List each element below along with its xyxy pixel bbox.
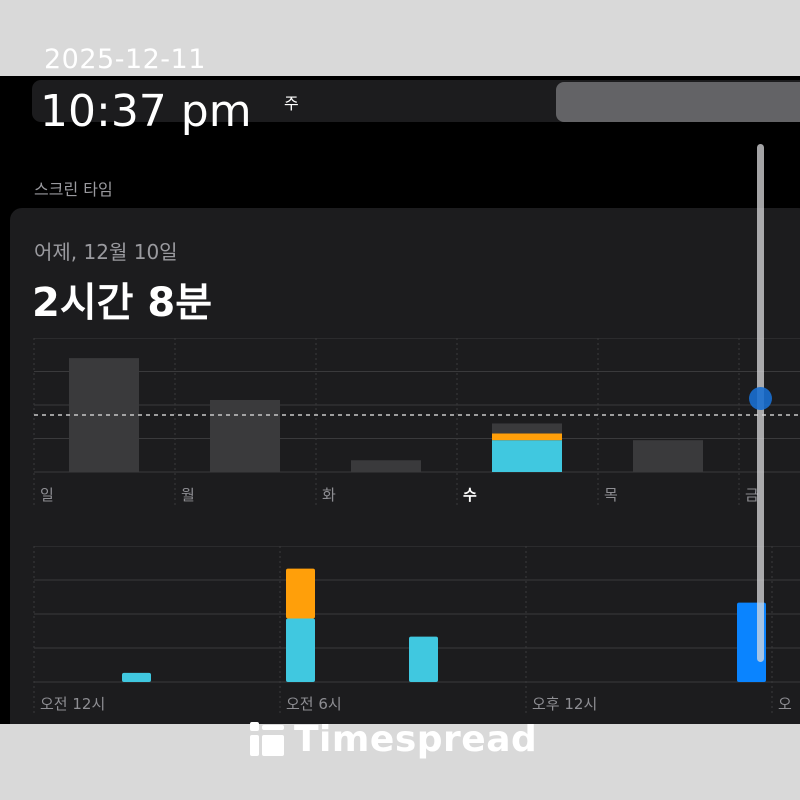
tab-day-selected[interactable]: [556, 82, 800, 122]
week-bar: [210, 399, 280, 472]
day-tick-label: 오전 12시: [40, 695, 105, 713]
weekly-bar-chart[interactable]: 일월화수목금: [10, 338, 800, 538]
scrubber-handle[interactable]: [749, 387, 772, 410]
timespread-watermark: Timespread: [250, 718, 537, 760]
week-tick-label: 월: [181, 486, 195, 504]
week-bar-segment-cyan: [492, 440, 562, 472]
card-date-label: 어제, 12월 10일: [34, 240, 178, 264]
overlay-date: 2025-12-11: [44, 44, 206, 75]
day-bar-segment-cyan: [286, 618, 315, 682]
week-bar: [351, 460, 421, 472]
day-tick-label: 오전 6시: [286, 695, 342, 713]
day-tick-label: 오: [778, 695, 792, 713]
day-tick-label: 오후 12시: [532, 695, 597, 713]
tab-week[interactable]: 주: [284, 90, 299, 114]
watermark-text: Timespread: [294, 718, 538, 760]
week-bar-segment-orange: [492, 433, 562, 441]
usage-card: 어제, 12월 10일 2시간 8분 일월화수목금 오전 12시 오전 6시 오후 …: [10, 208, 800, 724]
week-tick-label: 화: [322, 486, 336, 504]
day-bar-segment-orange: [286, 568, 315, 619]
day-bar-segment-cyan: [122, 672, 151, 682]
screen-time-screen: 주 스크린 타임 어제, 12월 10일 2시간 8분 일월화수목금 오전 12…: [0, 76, 800, 724]
week-tick-label: 목: [604, 486, 618, 504]
week-bar: [69, 358, 139, 472]
section-title: 스크린 타임: [34, 180, 113, 199]
total-screen-time: 2시간 8분: [32, 280, 212, 326]
timespread-logo-icon: [250, 722, 284, 756]
hourly-bar-chart[interactable]: 오전 12시 오전 6시 오후 12시 오: [10, 546, 800, 724]
day-bar-segment-cyan: [409, 636, 438, 682]
week-bar: [633, 440, 703, 472]
week-tick-label: 일: [40, 486, 54, 504]
week-bar-segment-gray: [492, 423, 562, 434]
overlay-time: 10:37 pm: [40, 86, 252, 137]
week-tick-label: 수: [463, 486, 477, 504]
